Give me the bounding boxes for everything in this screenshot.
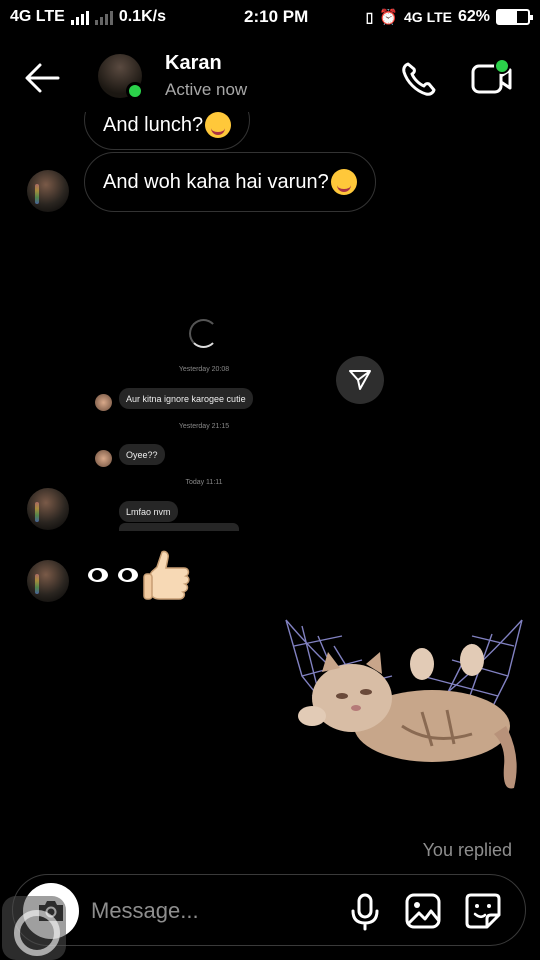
timestamp: Yesterday 20:08 — [178, 366, 230, 373]
microphone-icon[interactable] — [345, 891, 385, 931]
message-text: And woh kaha hai varun? — [103, 170, 329, 193]
sticker-icon[interactable] — [463, 891, 503, 931]
smiling-emoji-icon — [330, 169, 357, 195]
signal-icon — [70, 9, 89, 25]
share-button[interactable] — [336, 356, 384, 404]
you-replied-label: You replied — [422, 840, 512, 860]
battery-percent: 62% — [457, 8, 490, 25]
battery-icon — [496, 9, 533, 25]
sender-avatar[interactable] — [27, 488, 69, 530]
send-icon — [349, 370, 371, 390]
online-indicator — [126, 82, 144, 100]
mini-message-bubble: Oyee?? — [119, 444, 165, 465]
eyes-emoji-icon — [88, 568, 108, 582]
phone-call-icon[interactable] — [398, 58, 440, 100]
contact-name[interactable]: Karan — [165, 52, 222, 75]
message-text: And lunch? — [103, 113, 204, 136]
clock: 2:10 PM — [244, 7, 309, 26]
timestamp: Yesterday 21:15 — [178, 423, 230, 430]
back-arrow-icon[interactable] — [22, 58, 62, 98]
network-type-right: 4G LTE — [404, 9, 452, 25]
status-bar: 4G LTE 0.1K/s 2:10 PM ▯ ⏰ 4G LTE 62% — [0, 0, 540, 34]
vibrate-icon: ▯ — [365, 8, 374, 25]
mini-bubble-edge — [119, 523, 239, 531]
mini-message-bubble: Aur kitna ignore karogee cutie — [119, 388, 253, 409]
floating-camera-overlay[interactable] — [2, 896, 66, 960]
timestamp: Today 11:11 — [185, 479, 223, 486]
sender-avatar[interactable] — [27, 170, 69, 212]
gallery-icon[interactable] — [403, 891, 443, 931]
mini-message-bubble: Lmfao nvm — [119, 501, 178, 522]
eyes-emoji-icon — [118, 568, 138, 582]
alarm-icon: ⏰ — [379, 9, 398, 26]
message-input[interactable] — [91, 895, 331, 927]
signal-icon-secondary — [94, 9, 113, 25]
message-composer — [12, 874, 526, 946]
loading-spinner-icon — [189, 319, 218, 348]
network-type-left: 4G LTE — [10, 8, 65, 25]
message-bubble[interactable]: And woh kaha hai varun? — [84, 152, 376, 212]
kitten-hammock-sticker[interactable] — [282, 616, 526, 792]
thumbs-up-emoji-icon — [143, 550, 190, 600]
network-speed: 0.1K/s — [118, 8, 166, 25]
contact-status: Active now — [165, 80, 248, 99]
smiling-emoji-icon — [205, 112, 232, 138]
video-call-icon[interactable] — [470, 58, 514, 100]
sender-avatar[interactable] — [27, 560, 69, 602]
mini-avatar — [95, 394, 112, 411]
mini-avatar — [95, 450, 112, 467]
emoji-message[interactable] — [88, 548, 194, 602]
chat-header: Karan Active now — [0, 44, 540, 112]
